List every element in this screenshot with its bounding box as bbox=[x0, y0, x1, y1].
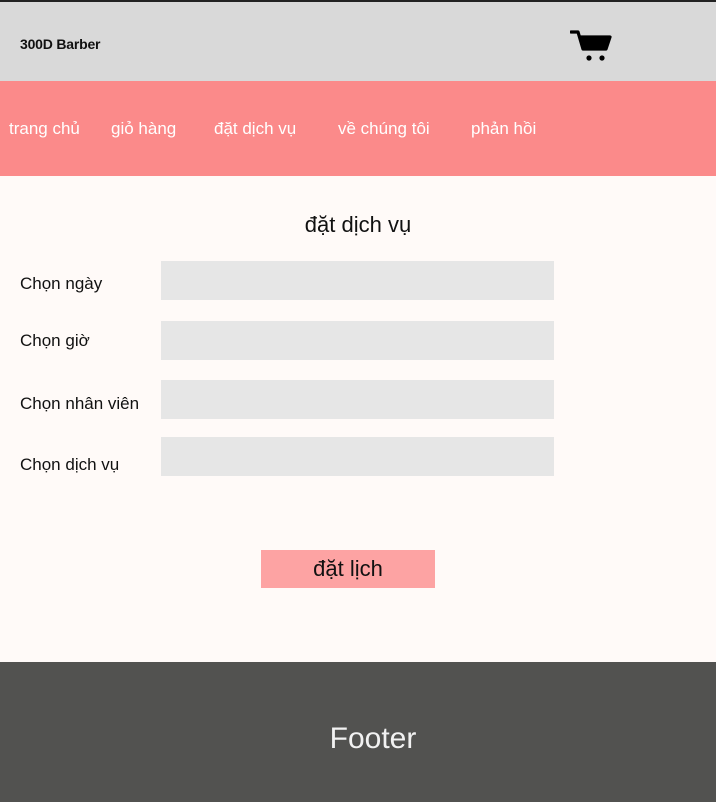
shopping-cart-icon[interactable] bbox=[570, 29, 612, 63]
staff-label: Chọn nhân viên bbox=[20, 394, 140, 413]
booking-form: đặt dịch vụ Chọn ngày Chọn giờ Chọn nhân… bbox=[0, 176, 716, 662]
main-nav: trang chủ giỏ hàng đặt dịch vụ về chúng … bbox=[0, 81, 716, 176]
date-label: Chọn ngày bbox=[20, 274, 103, 293]
book-button[interactable]: đặt lịch bbox=[261, 550, 435, 588]
form-title: đặt dịch vụ bbox=[304, 212, 412, 237]
nav-item-booking[interactable]: đặt dịch vụ bbox=[214, 119, 296, 139]
date-input[interactable] bbox=[161, 261, 554, 300]
time-input[interactable] bbox=[161, 321, 554, 360]
nav-item-feedback[interactable]: phản hồi bbox=[471, 119, 536, 139]
service-input[interactable] bbox=[161, 437, 554, 476]
footer: Footer bbox=[0, 662, 716, 802]
staff-input[interactable] bbox=[161, 380, 554, 419]
footer-text: Footer bbox=[329, 722, 417, 755]
nav-item-about[interactable]: về chúng tôi bbox=[338, 119, 430, 139]
brand-name[interactable]: 300D Barber bbox=[20, 36, 100, 52]
time-label: Chọn giờ bbox=[20, 331, 90, 350]
service-label: Chọn dịch vụ bbox=[20, 455, 120, 474]
nav-item-cart[interactable]: giỏ hàng bbox=[111, 119, 176, 139]
nav-item-home[interactable]: trang chủ bbox=[9, 119, 80, 139]
top-header: 300D Barber bbox=[0, 0, 716, 81]
